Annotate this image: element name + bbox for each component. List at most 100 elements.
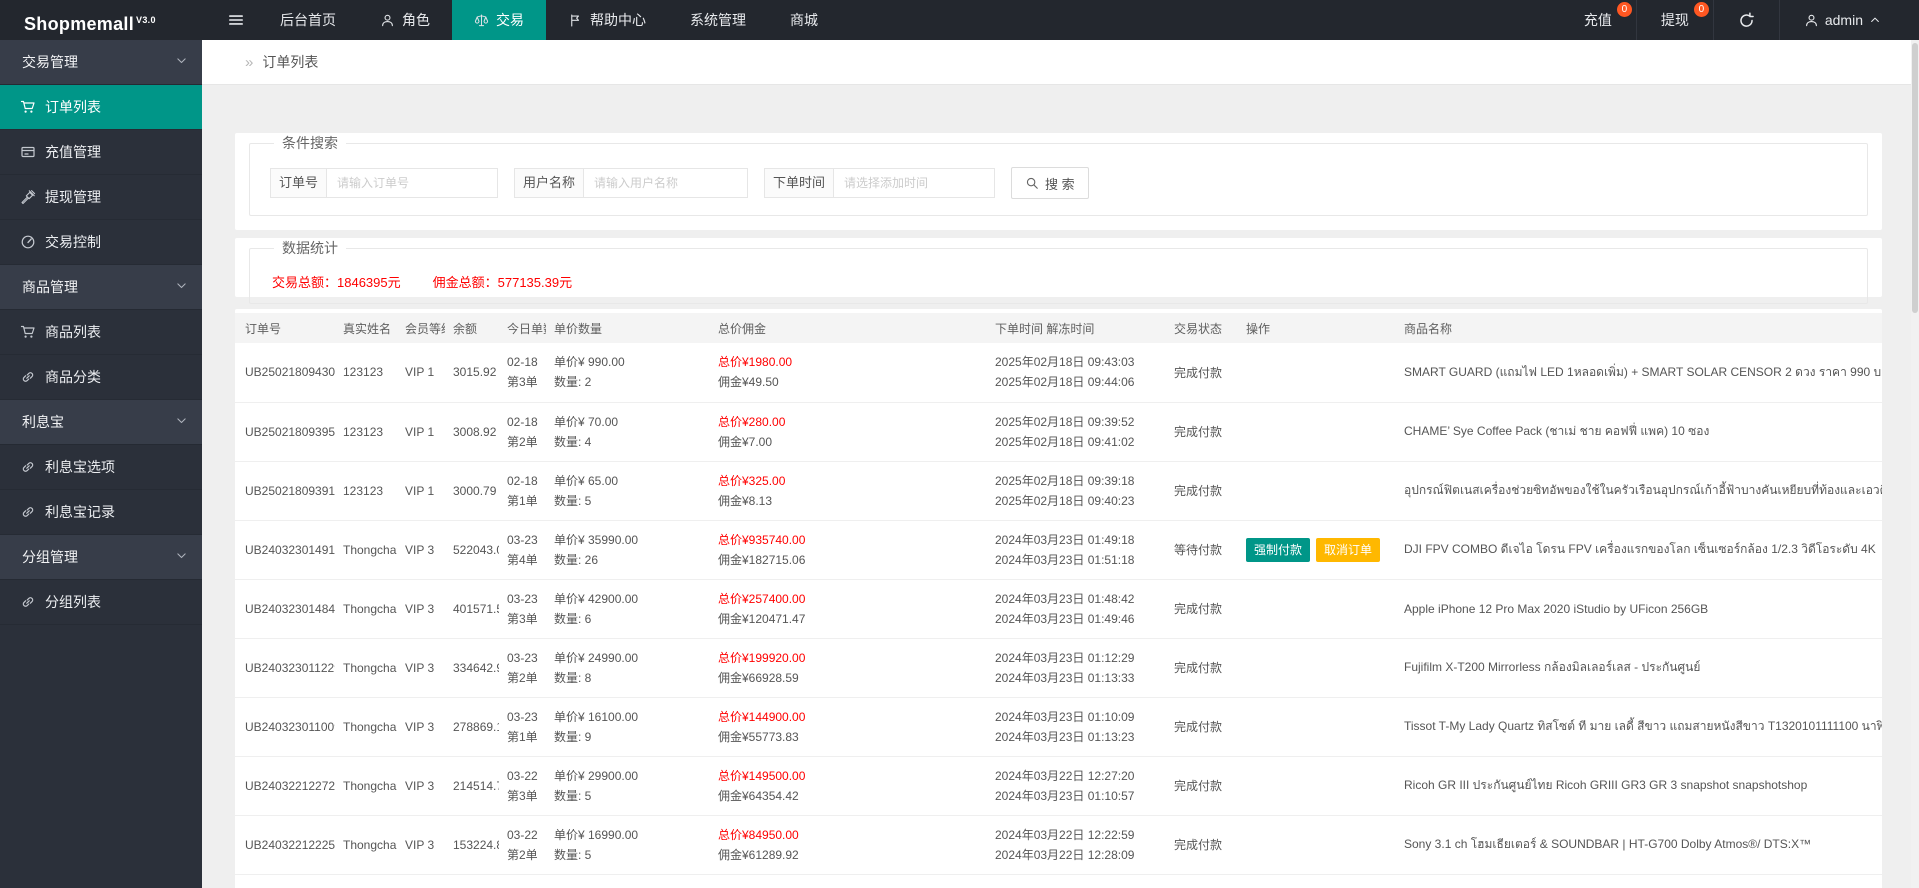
sidebar: 交易管理订单列表充值管理提现管理交易控制商品管理商品列表商品分类利息宝利息宝选项… <box>0 40 202 888</box>
nav-item-mall[interactable]: 商城 <box>768 0 840 40</box>
chevron-down-icon <box>175 549 188 562</box>
sidebar-item-label: 提现管理 <box>45 189 101 205</box>
sidebar-group-label: 商品管理 <box>22 279 78 295</box>
nav-item-trade[interactable]: 交易 <box>452 0 546 40</box>
cell-real-name <box>335 874 397 888</box>
unit-price: 单价¥ 24990.00 <box>554 648 638 668</box>
order-no-input[interactable] <box>326 168 498 198</box>
sidebar-item-goods-category[interactable]: 商品分类 <box>0 355 202 400</box>
cell-actions <box>1236 579 1386 638</box>
cell-balance: 3000.79 <box>445 461 499 520</box>
cancel-order-button[interactable]: 取消订单 <box>1316 538 1380 562</box>
cell-day-orders: 03-23 第4单 <box>499 520 546 579</box>
cell-day-orders: 03-23 第3单 <box>499 579 546 638</box>
cell-price-qty: 单价¥ 16990.00 数量: 5 <box>546 815 646 874</box>
total-price: 总价¥1980.00 <box>718 352 973 372</box>
username-label: 用户名称 <box>514 168 583 198</box>
header-day-orders: 今日单数 <box>499 313 546 343</box>
cell-times: 2025年02月18日 09:39:18 2025年02月18日 09:40:2… <box>981 461 1156 520</box>
nav-item-roles[interactable]: 角色 <box>358 0 452 40</box>
nav-item-help[interactable]: 帮助中心 <box>546 0 668 40</box>
cell-real-name: 123123 <box>335 343 397 402</box>
flag-icon <box>568 13 583 28</box>
nav-item-home[interactable]: 后台首页 <box>258 0 358 40</box>
sidebar-item-lixibao-records[interactable]: 利息宝记录 <box>0 490 202 535</box>
table-row: UB2502180939521746 123123 VIP 1 3008.92 … <box>235 402 1882 461</box>
cell-status: 等待付款 <box>1156 520 1236 579</box>
header-status: 交易状态 <box>1156 313 1236 343</box>
nav-item-label: 角色 <box>402 10 430 30</box>
sidebar-group-trade-mgmt[interactable]: 交易管理 <box>0 40 202 85</box>
top-nav: 后台首页 角色 交易帮助中心系统管理商城 <box>258 0 840 40</box>
sidebar-item-goods-list[interactable]: 商品列表 <box>0 310 202 355</box>
nav-item-system[interactable]: 系统管理 <box>668 0 768 40</box>
cell-day-orders: 03-22 <box>499 874 546 888</box>
search-button-label: 搜 索 <box>1045 174 1075 193</box>
total-price: 总价¥199920.00 <box>718 648 973 668</box>
stats-card: 数据统计 交易总额：1846395元佣金总额：577135.39元 <box>235 238 1882 297</box>
withdraw-menu[interactable]: 提现 0 <box>1636 0 1713 40</box>
cell-day-orders: 03-22 第2单 <box>499 815 546 874</box>
header-total-commission: 总价佣金 <box>646 313 981 343</box>
cell-real-name: Thongcha99 <box>335 579 397 638</box>
page-scrollbar[interactable] <box>1911 40 1919 888</box>
search-icon <box>1025 176 1039 190</box>
cell-real-name: 123123 <box>335 402 397 461</box>
sidebar-item-order-list[interactable]: 订单列表 <box>0 85 202 130</box>
username-input[interactable] <box>583 168 748 198</box>
sidebar-group-group-mgmt[interactable]: 分组管理 <box>0 535 202 580</box>
cell-total-commission: 总价¥1980.00 佣金¥49.50 <box>646 343 981 402</box>
header-level: 会员等级 <box>397 313 445 343</box>
cell-times: 2024年03月22日 12:22:59 2024年03月22日 12:28:0… <box>981 815 1156 874</box>
sidebar-group-lixibao[interactable]: 利息宝 <box>0 400 202 445</box>
sidebar-item-label: 利息宝选项 <box>45 459 115 475</box>
force-pay-button[interactable]: 强制付款 <box>1246 538 1310 562</box>
total-price: 总价¥84950.00 <box>718 825 973 845</box>
cell-price-qty: 单价¥ 42900.00 数量: 6 <box>546 579 646 638</box>
unfreeze-time: 2024年03月23日 01:49:46 <box>995 609 1148 629</box>
quantity: 数量: 5 <box>554 786 638 806</box>
unit-price: 单价¥ 990.00 <box>554 352 638 372</box>
refresh-button[interactable] <box>1713 0 1779 40</box>
page-title: 订单列表 <box>262 54 318 70</box>
recharge-menu[interactable]: 充值 0 <box>1560 0 1636 40</box>
cell-product: Fujifilm X-T200 Mirrorless กล้องมิลเลอร์… <box>1386 638 1882 697</box>
cell-actions <box>1236 697 1386 756</box>
order-time-input[interactable] <box>833 168 995 198</box>
cell-status: 完成付款 <box>1156 638 1236 697</box>
quantity: 数量: 2 <box>554 372 638 392</box>
order-date: 02-18 <box>507 471 538 491</box>
sidebar-item-withdraw-mgmt[interactable]: 提现管理 <box>0 175 202 220</box>
recharge-badge: 0 <box>1617 2 1632 17</box>
cell-status: 完成付款 <box>1156 579 1236 638</box>
order-date: 03-23 <box>507 707 538 727</box>
sidebar-item-recharge-mgmt[interactable]: 充值管理 <box>0 130 202 175</box>
sidebar-item-group-list[interactable]: 分组列表 <box>0 580 202 625</box>
hamburger-button[interactable] <box>214 0 258 40</box>
order-time: 2025年02月18日 09:39:18 <box>995 471 1148 491</box>
commission: 佣金¥64354.42 <box>718 786 973 806</box>
sidebar-item-lixibao-options[interactable]: 利息宝选项 <box>0 445 202 490</box>
sidebar-item-trade-control[interactable]: 交易控制 <box>0 220 202 265</box>
search-button[interactable]: 搜 索 <box>1011 167 1089 199</box>
cell-price-qty: 单价¥ 10200.00 <box>546 874 646 888</box>
commission: 佣金¥66928.59 <box>718 668 973 688</box>
cell-total-commission: 总价¥149500.00 佣金¥64354.42 <box>646 756 981 815</box>
user-menu[interactable]: admin <box>1779 0 1905 40</box>
cell-total-commission: 总价¥257400.00 佣金¥120471.47 <box>646 579 981 638</box>
cell-real-name: Thongcha99 <box>335 638 397 697</box>
scrollbar-thumb[interactable] <box>1912 43 1918 313</box>
unit-price: 单价¥ 29900.00 <box>554 766 638 786</box>
cell-status: 完成付款 <box>1156 697 1236 756</box>
cell-total-commission: 总价¥144900.00 佣金¥55773.83 <box>646 697 981 756</box>
hamburger-icon <box>227 11 245 29</box>
cell-level: VIP 3 <box>397 815 445 874</box>
cell-balance: 401571.56 <box>445 579 499 638</box>
search-form: 订单号 用户名称 下单时间 搜 索 <box>270 167 1855 199</box>
stats-fieldset: 数据统计 交易总额：1846395元佣金总额：577135.39元 <box>249 238 1868 304</box>
cell-order-no: UB2502180943032909 <box>235 343 335 402</box>
sidebar-group-goods-mgmt[interactable]: 商品管理 <box>0 265 202 310</box>
table-row: UB2403230148429739 Thongcha99 VIP 3 4015… <box>235 579 1882 638</box>
cell-times: 2024年03月22日 12:15:04 <box>981 874 1156 888</box>
chevron-down-icon <box>175 414 188 427</box>
